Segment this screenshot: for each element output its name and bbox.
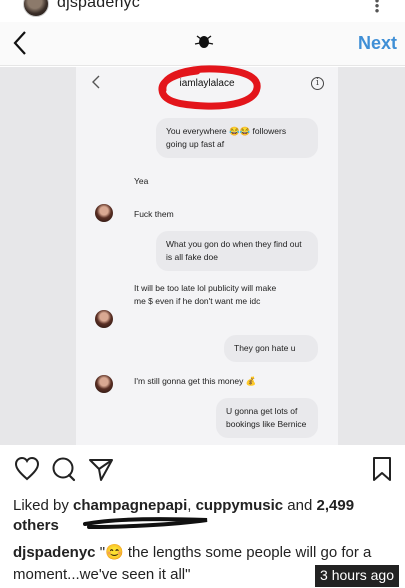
dm-title: iamlaylalace (179, 78, 235, 89)
dm-screenshot: iamlaylalace i You everywhere 😂😂 followe… (76, 65, 338, 445)
message-bubble-incoming: It will be too late lol publicity will m… (134, 283, 277, 306)
bug-icon (194, 35, 214, 48)
send-icon[interactable] (88, 456, 114, 482)
post-image[interactable]: iamlaylalace i You everywhere 😂😂 followe… (0, 65, 405, 445)
likes-separator: , (187, 497, 196, 514)
message-bubble-outgoing: What you gon do when they find out is al… (156, 231, 318, 271)
liker-username[interactable]: champagnepapi (73, 497, 187, 514)
heart-icon[interactable] (14, 456, 40, 482)
likes-and: and (283, 497, 317, 514)
next-button[interactable]: Next (358, 33, 397, 54)
bookmark-icon[interactable] (369, 456, 395, 482)
likes-suffix[interactable]: others (13, 517, 59, 534)
message-bubble-incoming: Fuck them (134, 209, 174, 219)
likes-count[interactable]: 2,499 (317, 497, 355, 514)
profile-username[interactable]: djspadenyc (57, 0, 140, 12)
message-bubble-outgoing: You everywhere 😂😂 followers going up fas… (156, 118, 318, 158)
timestamp-badge: 3 hours ago (315, 565, 399, 587)
chevron-left-icon[interactable] (11, 29, 31, 57)
liker-username[interactable]: cuppymusic (196, 497, 284, 514)
message-bubble-outgoing: They gon hate u (224, 335, 318, 362)
dm-avatar (95, 310, 113, 328)
message-bubble-incoming: Yea (134, 176, 149, 186)
action-row (0, 450, 405, 488)
message-bubble-outgoing: U gonna get lots of bookings like Bernic… (216, 398, 318, 438)
profile-bar: djspadenyc • • • (0, 0, 405, 22)
info-icon: i (311, 77, 324, 90)
edit-header: Next (0, 22, 405, 66)
comment-icon[interactable] (51, 456, 77, 482)
likes-summary[interactable]: Liked by champagnepapi, cuppymusic and 2… (13, 496, 393, 536)
message-bubble-incoming: I'm still gonna get this money 💰 (134, 376, 257, 386)
caption-username[interactable]: djspadenyc (13, 544, 96, 561)
dm-avatar (95, 375, 113, 393)
avatar[interactable] (23, 0, 49, 17)
more-vertical-icon[interactable]: • • • (374, 0, 380, 17)
dm-avatar (95, 204, 113, 222)
likes-prefix: Liked by (13, 497, 74, 514)
